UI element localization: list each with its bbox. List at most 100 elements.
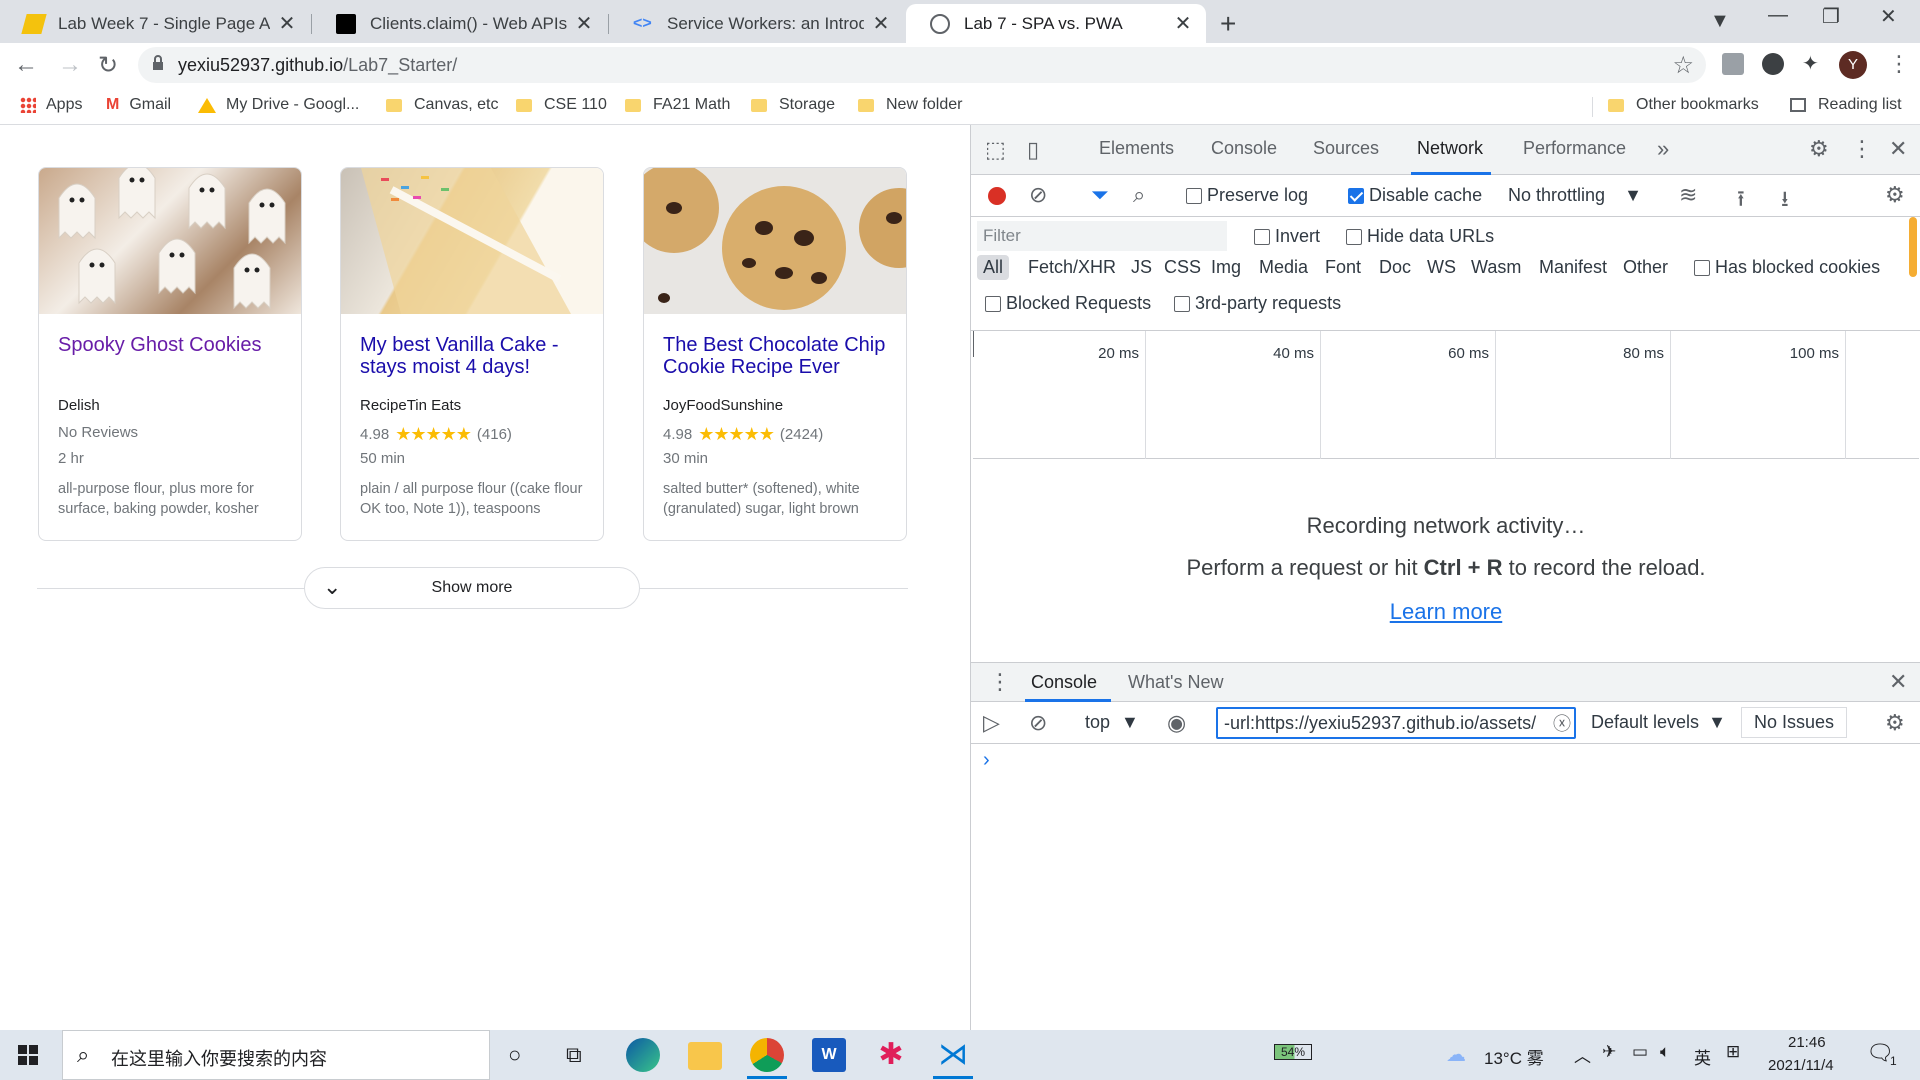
bookmark-star-icon[interactable]: ☆ [1672,51,1694,80]
clock-date[interactable]: 2021/11/4 [1768,1057,1834,1074]
bookmark-gmail[interactable]: M Gmail [106,96,171,114]
tab-elements[interactable]: Elements [1099,138,1174,159]
close-icon[interactable]: ✕ [1172,11,1194,36]
tab-sources[interactable]: Sources [1313,138,1379,159]
console-prompt-icon[interactable]: › [983,749,990,772]
clear-console-icon[interactable]: ⊘ [1029,710,1047,736]
search-icon[interactable]: ⌕ [1133,182,1145,208]
import-har-icon[interactable]: ⭱ [1737,182,1745,220]
blocked-requests-checkbox[interactable]: Blocked Requests [985,293,1151,314]
filter-icon[interactable]: ⏷ [1091,182,1109,208]
type-filter[interactable]: Media [1259,257,1308,278]
tab-search-icon[interactable]: ▼ [1710,10,1730,33]
issues-button[interactable]: No Issues [1741,707,1848,738]
other-bookmarks[interactable]: Other bookmarks [1608,96,1759,114]
sidebar-toggle-icon[interactable]: ▷ [983,710,1000,736]
checkbox[interactable] [1346,229,1362,246]
disable-cache-checkbox[interactable]: Disable cache [1348,185,1482,206]
has-blocked-cookies-checkbox[interactable]: Has blocked cookies [1694,257,1880,278]
checkbox[interactable] [1174,296,1190,313]
recipe-title[interactable]: My best Vanilla Cake - stays moist 4 day… [360,334,590,378]
chrome-icon[interactable] [750,1038,784,1072]
new-tab-button[interactable]: + [1220,8,1236,40]
slack-icon[interactable]: ✱ [874,1038,908,1072]
volume-icon[interactable]: 🔈︎ [1660,1042,1670,1062]
checkbox-checked[interactable] [1348,188,1364,205]
bookmark-folder[interactable]: Storage [751,96,835,114]
console-filter-input[interactable]: -url:https://yexiu52937.github.io/assets… [1216,707,1576,739]
type-filter[interactable]: Font [1325,257,1361,278]
preserve-log-checkbox[interactable]: Preserve log [1186,185,1308,206]
invert-checkbox[interactable]: Invert [1254,226,1320,247]
menu-icon[interactable]: ⋮ [1888,51,1910,77]
extension-icon[interactable] [1722,53,1744,75]
maximize-icon[interactable]: ❐ [1822,4,1840,29]
device-toolbar-icon[interactable]: ▯ [1027,137,1039,163]
type-filter[interactable]: CSS [1164,257,1201,278]
close-icon[interactable]: ✕ [573,11,595,36]
throttling-select[interactable]: No throttling ▼ [1508,185,1642,206]
recipe-card[interactable]: My best Vanilla Cake - stays moist 4 day… [340,167,604,541]
close-window-icon[interactable]: ✕ [1880,4,1897,29]
cortana-icon[interactable]: ○ [508,1042,521,1068]
export-har-icon[interactable]: ⭳ [1781,182,1789,220]
battery-icon[interactable]: ▭ [1632,1042,1648,1062]
type-filter[interactable]: Doc [1379,257,1411,278]
ime-layout-icon[interactable]: ⊞ [1726,1042,1740,1062]
weather-text[interactable]: 13°C 雾 [1484,1044,1544,1069]
clear-icon[interactable]: ⊘ [1029,182,1047,208]
learn-more-link[interactable]: Learn more [971,599,1920,625]
chevron-up-icon[interactable]: ︿ [1574,1042,1591,1067]
bookmark-folder[interactable]: CSE 110 [516,96,607,114]
bookmark-apps[interactable]: Apps [20,96,82,114]
recipe-card[interactable]: Spooky Ghost Cookies Delish No Reviews 2… [38,167,302,541]
record-icon[interactable] [988,187,1006,205]
word-icon[interactable]: W [812,1038,846,1072]
type-filter[interactable]: Fetch/XHR [1028,257,1116,278]
drawer-tab-whats-new[interactable]: What's New [1128,672,1223,693]
inspect-element-icon[interactable]: ⬚ [985,137,1006,163]
show-more-button[interactable]: ⌄ Show more [304,567,640,609]
bookmark-folder[interactable]: FA21 Math [625,96,730,114]
log-levels-select[interactable]: Default levels ▼ [1591,712,1726,733]
type-filter[interactable]: Wasm [1471,257,1521,278]
type-filter[interactable]: JS [1131,257,1152,278]
vscode-icon[interactable]: ⋊ [936,1038,970,1072]
address-bar[interactable]: yexiu52937.github.io/Lab7_Starter/ ☆ [138,47,1706,83]
type-filter[interactable]: Img [1211,257,1241,278]
avatar[interactable]: Y [1839,51,1867,79]
hide-data-urls-checkbox[interactable]: Hide data URLs [1346,226,1494,247]
bookmark-drive[interactable]: My Drive - Googl... [198,96,359,114]
tab-network[interactable]: Network [1417,138,1483,159]
more-tabs-icon[interactable]: » [1657,136,1669,162]
task-view-icon[interactable]: ⧉ [566,1042,582,1068]
airplane-icon[interactable]: ✈ [1602,1042,1616,1062]
weather-cloud-icon[interactable]: ☁ [1446,1042,1466,1067]
bookmark-folder[interactable]: New folder [858,96,962,114]
taskbar-search-box[interactable]: ⌕ 在这里输入你要搜索的内容 [62,1030,490,1080]
checkbox[interactable] [985,296,1001,313]
edge-icon[interactable] [626,1038,660,1072]
clock-time[interactable]: 21:46 [1788,1034,1826,1051]
type-filter[interactable]: Manifest [1539,257,1607,278]
close-drawer-icon[interactable]: ✕ [1889,669,1907,695]
drawer-menu-icon[interactable]: ⋮ [989,669,1011,695]
checkbox[interactable] [1694,260,1710,277]
customize-menu-icon[interactable]: ⋮ [1851,136,1873,162]
scrollbar[interactable] [1909,217,1917,277]
back-icon[interactable]: ← [14,51,38,79]
tab-console[interactable]: Console [1211,138,1277,159]
file-explorer-icon[interactable] [688,1042,722,1070]
browser-tab-active[interactable]: Lab 7 - SPA vs. PWA ✕ [906,4,1206,43]
recipe-title[interactable]: The Best Chocolate Chip Cookie Recipe Ev… [663,334,893,378]
network-settings-icon[interactable]: ⚙ [1885,182,1905,208]
recipe-title[interactable]: Spooky Ghost Cookies [58,334,288,356]
console-settings-icon[interactable]: ⚙ [1885,710,1905,736]
type-filter[interactable]: Other [1623,257,1668,278]
third-party-checkbox[interactable]: 3rd-party requests [1174,293,1341,314]
clear-filter-icon[interactable]: ⓧ [1553,710,1571,736]
live-expression-eye-icon[interactable]: ◉ [1167,710,1186,736]
browser-tab[interactable]: Lab Week 7 - Single Page App ✕ [0,4,310,43]
type-filter[interactable]: WS [1427,257,1456,278]
checkbox[interactable] [1186,188,1202,205]
